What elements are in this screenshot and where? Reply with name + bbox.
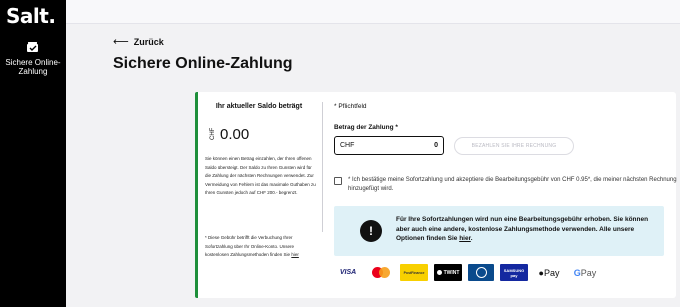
saldo-currency: CHF bbox=[210, 127, 216, 140]
amount-currency: CHF bbox=[340, 142, 355, 149]
diners-club-logo bbox=[468, 264, 494, 281]
payment-methods: VISA PostFinance TWINT SAMSUNG pay ● Pay … bbox=[334, 264, 600, 281]
google-pay-label: Pay bbox=[580, 267, 597, 278]
fee-info-box: ! Für Ihre Sofortzahlungen wird nun eine… bbox=[334, 206, 664, 256]
saldo-note-link[interactable]: hier bbox=[291, 252, 299, 257]
twint-label: TWINT bbox=[443, 269, 460, 276]
saldo-title: Ihr aktueller Saldo beträgt bbox=[215, 103, 303, 110]
back-label: Zurück bbox=[133, 36, 164, 47]
required-hint: * Pflichtfeld bbox=[334, 103, 367, 110]
sidebar: Salt. Sichere Online-Zahlung bbox=[0, 0, 66, 307]
saldo-amount-row: CHF 0.00 bbox=[208, 126, 249, 143]
confirm-fee: * Ich bestätige meine Sofortzahlung und … bbox=[334, 176, 678, 193]
column-divider bbox=[322, 102, 323, 232]
mastercard-logo bbox=[368, 264, 394, 281]
exclamation-icon: ! bbox=[360, 220, 382, 242]
samsung-sub: pay bbox=[510, 272, 518, 278]
amount-input[interactable]: CHF 0 bbox=[334, 136, 444, 155]
google-g-icon: G bbox=[573, 267, 581, 278]
postfinance-logo: PostFinance bbox=[400, 264, 428, 281]
saldo-fee-note: * Diese Gebühr betrifft die Verbuchung I… bbox=[205, 234, 317, 260]
sidebar-item-label: Sichere Online-Zahlung bbox=[5, 58, 61, 76]
info-message: Für Ihre Sofortzahlungen wird nun eine B… bbox=[396, 216, 649, 242]
amount-label: Betrag der Zahlung * bbox=[334, 124, 398, 131]
samsung-pay-logo: SAMSUNG pay bbox=[500, 264, 528, 281]
apple-pay-logo: ● Pay bbox=[534, 264, 564, 281]
visa-logo: VISA bbox=[339, 269, 357, 276]
saldo-description: Sie können einen Betrag einzahlen, der I… bbox=[205, 156, 316, 195]
twint-logo: TWINT bbox=[434, 264, 462, 281]
wallet-check-icon bbox=[26, 40, 40, 54]
info-suffix: . bbox=[470, 235, 473, 242]
top-bar bbox=[66, 0, 680, 24]
salt-logo[interactable]: Salt. bbox=[6, 4, 56, 28]
info-text: Für Ihre Sofortzahlungen wird nun eine B… bbox=[396, 215, 658, 244]
saldo-note-text: * Diese Gebühr betrifft die Verbuchung I… bbox=[205, 235, 295, 257]
confirm-checkbox[interactable] bbox=[334, 177, 342, 185]
accent-bar bbox=[195, 92, 198, 298]
arrow-left-icon: ⟵ bbox=[113, 36, 129, 48]
saldo-amount: 0.00 bbox=[220, 126, 250, 143]
back-link[interactable]: ⟵ Zurück bbox=[113, 35, 164, 48]
amount-value: 0 bbox=[434, 142, 438, 149]
payment-card: Ihr aktueller Saldo beträgt CHF 0.00 Sie… bbox=[195, 92, 678, 298]
google-pay-logo: G Pay bbox=[570, 264, 600, 281]
confirm-text: * Ich bestätige meine Sofortzahlung und … bbox=[348, 177, 677, 192]
sidebar-item-online-payment[interactable]: Sichere Online-Zahlung bbox=[0, 40, 66, 76]
info-link[interactable]: hier bbox=[459, 235, 471, 242]
apple-pay-label: Pay bbox=[543, 267, 560, 278]
pay-invoice-button[interactable]: BEZAHLEN SIE IHRE RECHNUNG bbox=[454, 137, 574, 155]
page-title: Sichere Online-Zahlung bbox=[113, 55, 293, 72]
